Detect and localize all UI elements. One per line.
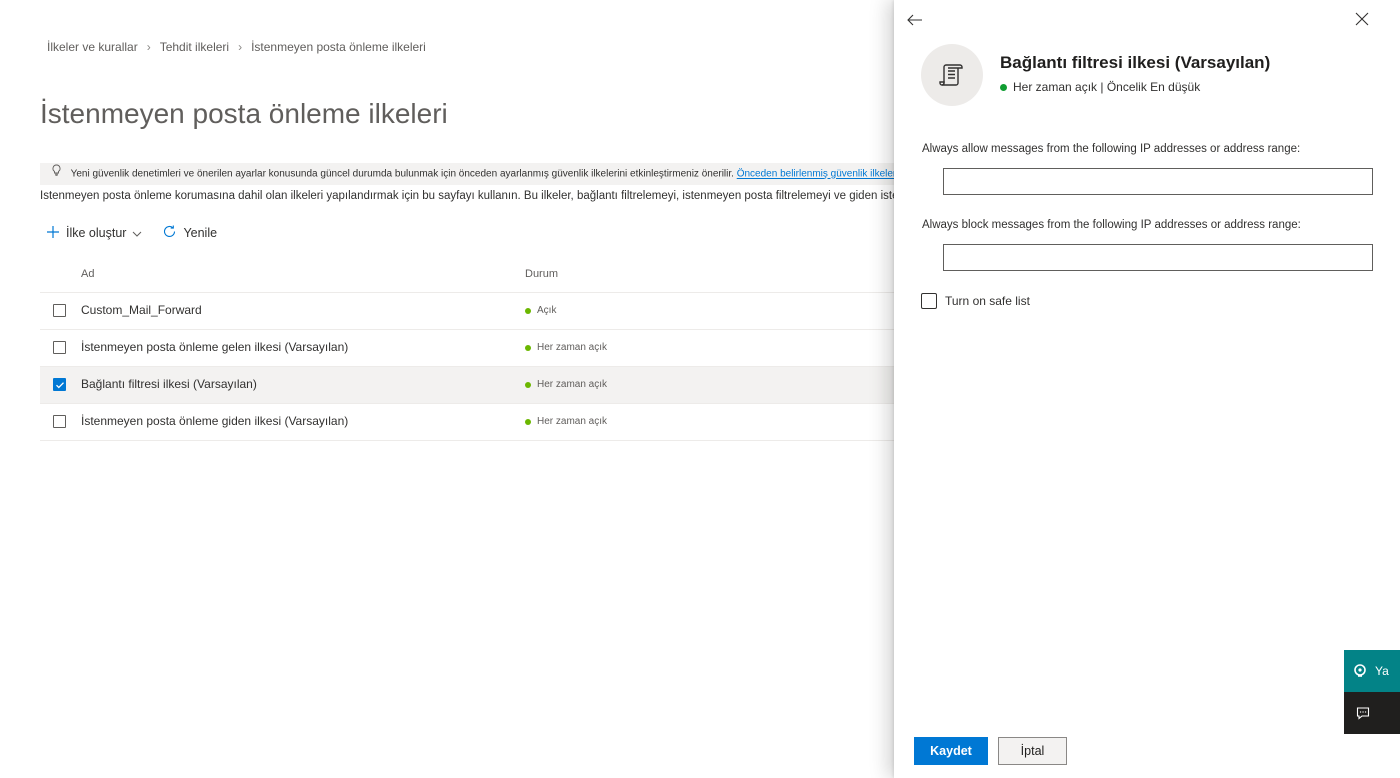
status-dot <box>525 344 531 351</box>
checkmark-icon <box>56 382 64 389</box>
block-ip-label: Always block messages from the following… <box>922 219 1301 231</box>
policy-details-panel: Bağlantı filtresi ilkesi (Varsayılan) He… <box>894 0 1400 778</box>
breadcrumb-item-anti-spam: İstenmeyen posta önleme ilkeleri <box>251 40 426 54</box>
status-cell: Her zaman açık <box>525 342 607 353</box>
back-arrow-icon[interactable] <box>906 11 924 29</box>
add-icon <box>46 225 66 242</box>
safe-list-checkbox[interactable]: Turn on safe list <box>921 293 1030 309</box>
status-text: Her zaman açık <box>537 416 608 427</box>
table-row[interactable]: Custom_Mail_Forward Açık <box>40 293 900 330</box>
command-bar: İlke oluştur Yenile <box>46 224 217 242</box>
save-button[interactable]: Kaydet <box>914 737 988 765</box>
status-dot <box>525 307 531 314</box>
panel-status: Her zaman açık | Öncelik En düşük <box>1000 80 1200 94</box>
help-icon <box>1354 664 1366 677</box>
status-cell: Açık <box>525 305 556 316</box>
policy-name[interactable]: İstenmeyen posta önleme gelen ilkesi (Va… <box>81 340 348 354</box>
column-header-name[interactable]: Ad <box>81 268 94 280</box>
refresh-icon <box>162 224 183 242</box>
chevron-right-icon: › <box>146 40 151 54</box>
info-banner: Yeni güvenlik denetimleri ve önerilen ay… <box>40 163 900 185</box>
status-text: Açık <box>537 305 557 316</box>
info-banner-text: Yeni güvenlik denetimleri ve önerilen ay… <box>70 168 734 180</box>
table-row[interactable]: İstenmeyen posta önleme giden ilkesi (Va… <box>40 404 900 441</box>
table-header: Ad Durum <box>40 257 900 293</box>
row-checkbox[interactable] <box>53 304 66 317</box>
chevron-down-icon <box>132 226 148 240</box>
status-cell: Her zaman açık <box>525 379 607 390</box>
status-cell: Her zaman açık <box>525 416 607 427</box>
lightbulb-icon <box>51 163 62 185</box>
table-row[interactable]: Bağlantı filtresi ilkesi (Varsayılan) He… <box>40 367 900 404</box>
policy-name[interactable]: Bağlantı filtresi ilkesi (Varsayılan) <box>81 377 257 391</box>
breadcrumb-item-threat-policies[interactable]: Tehdit ilkeleri <box>160 40 229 54</box>
panel-subtitle: Her zaman açık | Öncelik En düşük <box>1013 80 1201 94</box>
status-dot <box>525 418 531 425</box>
breadcrumb-item-policies[interactable]: İlkeler ve kurallar <box>47 40 138 54</box>
create-policy-label: İlke oluştur <box>66 226 127 240</box>
table-row[interactable]: İstenmeyen posta önleme gelen ilkesi (Va… <box>40 330 900 367</box>
policy-scroll-icon <box>939 64 963 86</box>
block-ip-input[interactable] <box>943 244 1373 271</box>
safe-list-label: Turn on safe list <box>945 294 1030 308</box>
page-title: İstenmeyen posta önleme ilkeleri <box>40 98 448 129</box>
refresh-button[interactable]: Yenile <box>162 224 217 242</box>
row-checkbox[interactable] <box>53 378 66 391</box>
info-banner-link[interactable]: Önceden belirlenmiş güvenlik ilkeleri <box>737 169 899 180</box>
status-dot <box>1000 83 1007 91</box>
policy-name[interactable]: Custom_Mail_Forward <box>81 303 202 317</box>
policies-table: Ad Durum Custom_Mail_Forward Açık İstenm… <box>40 257 900 441</box>
page-description: İstenmeyen posta önleme korumasına dahil… <box>40 190 900 202</box>
feedback-button[interactable] <box>1344 692 1400 734</box>
policy-name[interactable]: İstenmeyen posta önleme giden ilkesi (Va… <box>81 414 348 428</box>
status-text: Her zaman açık <box>537 342 608 353</box>
breadcrumb: İlkeler ve kurallar › Tehdit ilkeleri › … <box>47 40 426 54</box>
help-button[interactable]: Ya <box>1344 650 1400 692</box>
row-checkbox[interactable] <box>53 341 66 354</box>
safe-list-box[interactable] <box>921 293 937 309</box>
create-policy-button[interactable]: İlke oluştur <box>46 225 148 242</box>
status-dot <box>525 381 531 388</box>
column-header-status[interactable]: Durum <box>525 268 558 280</box>
cancel-button[interactable]: İptal <box>998 737 1067 765</box>
status-text: Her zaman açık <box>537 379 608 390</box>
allow-ip-input[interactable] <box>943 168 1373 195</box>
help-label: Ya <box>1375 664 1389 678</box>
panel-title: Bağlantı filtresi ilkesi (Varsayılan) <box>1000 53 1271 72</box>
refresh-label: Yenile <box>183 226 218 240</box>
policy-avatar <box>921 44 983 106</box>
row-checkbox[interactable] <box>53 415 66 428</box>
feedback-icon <box>1356 707 1370 720</box>
allow-ip-label: Always allow messages from the following… <box>922 143 1301 155</box>
close-icon[interactable] <box>1354 11 1370 27</box>
chevron-right-icon: › <box>238 40 243 54</box>
